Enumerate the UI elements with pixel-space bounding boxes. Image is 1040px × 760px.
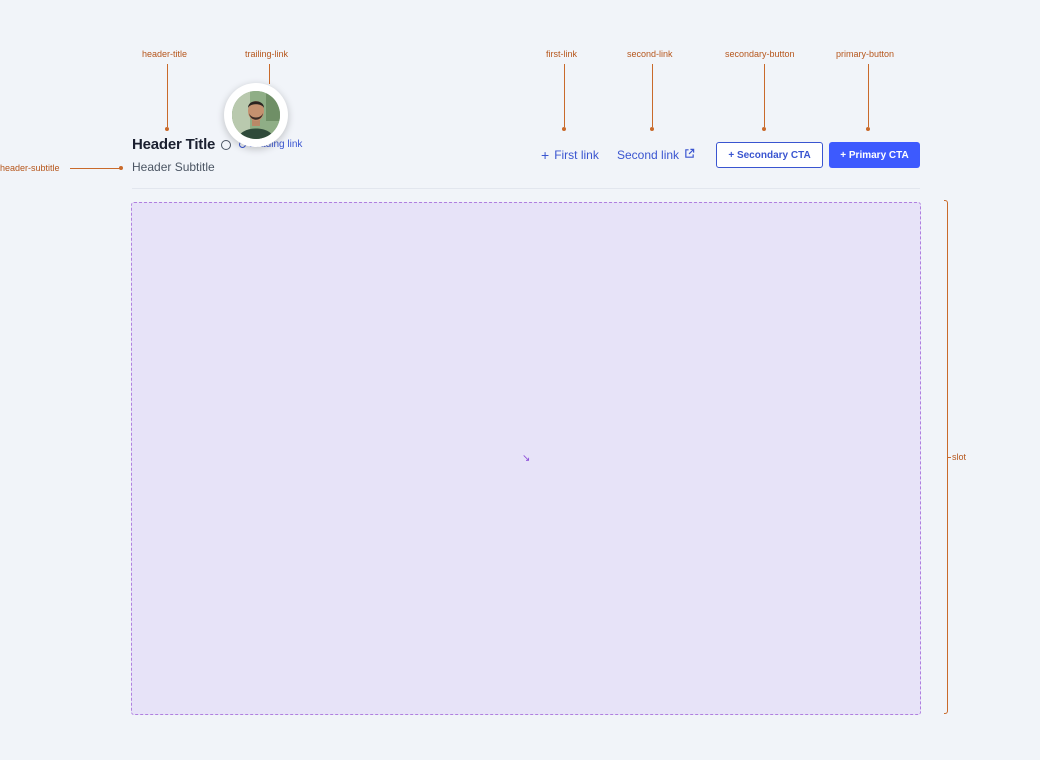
annotation-second-link: second-link	[627, 49, 673, 59]
annotation-line-header-subtitle	[70, 168, 120, 169]
annotation-header-subtitle: header-subtitle	[0, 163, 60, 173]
annotation-dot-first-link	[562, 127, 566, 131]
first-link-label: First link	[554, 148, 599, 162]
avatar	[224, 83, 288, 147]
annotation-line-trailing-link	[269, 64, 270, 84]
annotation-trailing-link: trailing-link	[245, 49, 289, 59]
annotation-line-second-link	[652, 64, 653, 127]
annotation-first-link: first-link	[546, 49, 577, 59]
annotation-line-primary-button	[868, 64, 869, 127]
annotation-dot-header-title	[165, 127, 169, 131]
annotation-dot-header-subtitle	[119, 166, 123, 170]
annotation-header-title: header-title	[142, 49, 188, 59]
primary-cta-button[interactable]: + Primary CTA	[829, 142, 920, 168]
annotation-line-header-title	[167, 64, 168, 127]
page-subtitle: Header Subtitle	[132, 160, 215, 174]
annotation-secondary-button: secondary-button	[725, 49, 795, 59]
secondary-cta-button[interactable]: + Secondary CTA	[716, 142, 823, 168]
slot-arrow-icon: ↘	[522, 453, 531, 464]
annotation-dot-second-link	[650, 127, 654, 131]
second-link-label: Second link	[617, 148, 680, 162]
annotation-dot-primary-button	[866, 127, 870, 131]
annotation-line-secondary-button	[764, 64, 765, 127]
annotation-primary-button: primary-button	[836, 49, 895, 59]
annotation-line-first-link	[564, 64, 565, 127]
content-slot: ↘	[131, 202, 921, 715]
annotation-dot-secondary-button	[762, 127, 766, 131]
header-divider	[132, 188, 920, 189]
annotation-slot: slot	[952, 452, 967, 462]
second-link[interactable]: Second link	[617, 148, 695, 162]
annotation-slot-bracket-tick	[948, 457, 951, 458]
avatar-photo	[232, 91, 280, 139]
plus-icon: +	[541, 147, 550, 163]
info-circle-icon[interactable]	[221, 140, 231, 150]
first-link[interactable]: + First link	[541, 148, 599, 162]
external-link-icon	[684, 148, 695, 162]
page-title: Header Title	[132, 136, 216, 153]
